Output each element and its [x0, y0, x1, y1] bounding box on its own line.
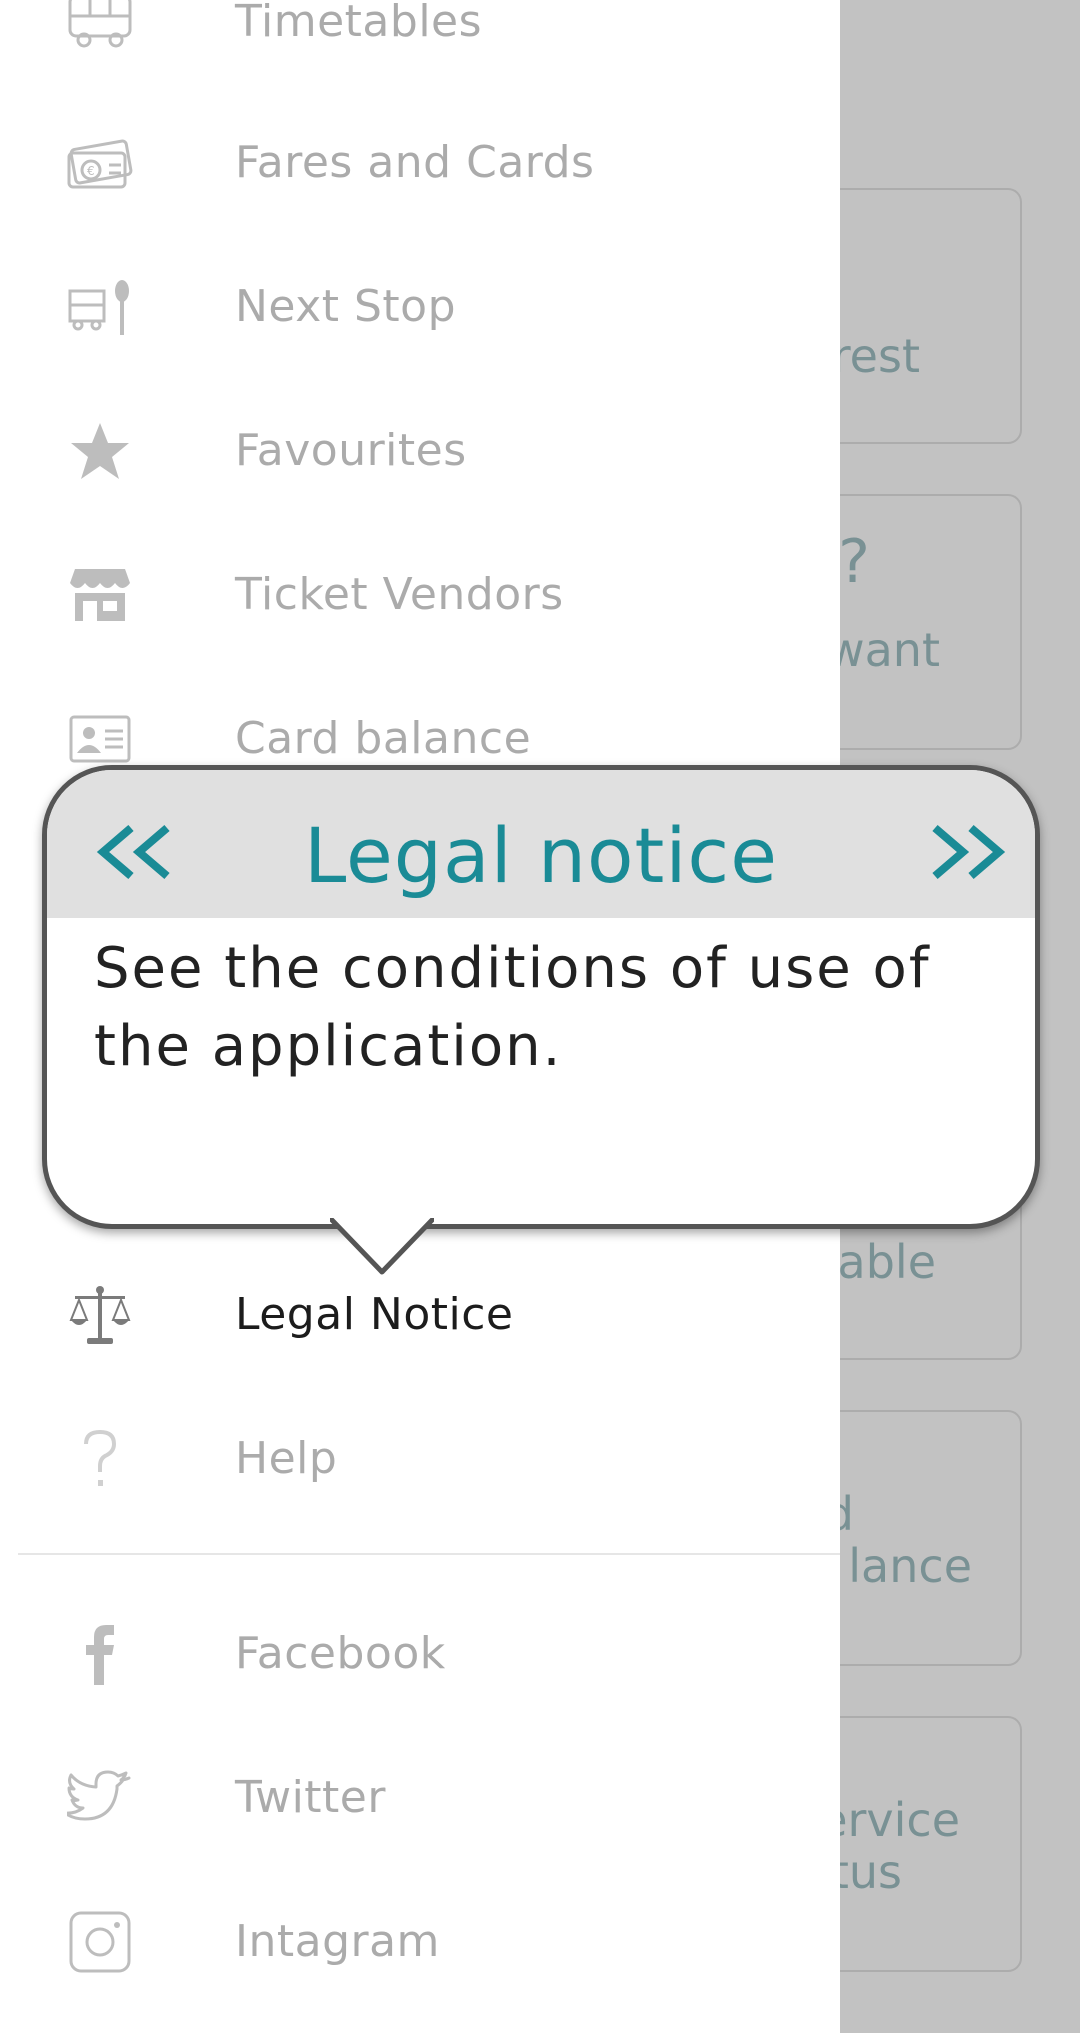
tooltip-previous-button[interactable]: [93, 822, 173, 882]
money-icon: €: [64, 127, 136, 199]
tooltip-pointer: [330, 1218, 434, 1275]
question-icon: [64, 1423, 136, 1495]
svg-text:€: €: [87, 164, 95, 178]
menu-item-label: Twitter: [235, 1772, 386, 1823]
menu-item-label: Timetables: [235, 0, 483, 47]
bus-icon: [64, 0, 136, 58]
menu-item-label: Facebook: [235, 1628, 446, 1679]
menu-item-facebook[interactable]: Facebook: [0, 1582, 840, 1726]
scales-icon: [64, 1279, 136, 1351]
legal-notice-tooltip: Legal notice See the conditions of use o…: [42, 765, 1040, 1229]
menu-item-ticket-vendors[interactable]: Ticket Vendors: [0, 523, 840, 667]
menu-item-next-stop[interactable]: Next Stop: [0, 235, 840, 379]
tooltip-title: Legal notice: [304, 811, 778, 900]
menu-item-label: Help: [235, 1433, 338, 1484]
store-icon: [64, 559, 136, 631]
bus-stop-icon: [64, 271, 136, 343]
star-icon: [64, 415, 136, 487]
tooltip-body: See the conditions of use of the applica…: [94, 936, 931, 1079]
facebook-icon: [64, 1618, 136, 1690]
menu-divider: [18, 1553, 840, 1555]
menu-item-label: Ticket Vendors: [235, 569, 564, 620]
menu-item-twitter[interactable]: Twitter: [0, 1726, 840, 1870]
menu-item-help[interactable]: Help: [0, 1387, 840, 1531]
instagram-icon: [64, 1906, 136, 1978]
chevron-double-right-icon: [932, 824, 1006, 880]
menu-item-label: Fares and Cards: [235, 137, 595, 188]
menu-item-label: Next Stop: [235, 281, 457, 332]
chevron-double-left-icon: [96, 824, 170, 880]
menu-item-timetables[interactable]: Timetables: [0, 0, 840, 94]
menu-item-fares-and-cards[interactable]: € Fares and Cards: [0, 91, 840, 235]
menu-item-favourites[interactable]: Favourites: [0, 379, 840, 523]
tooltip-next-button[interactable]: [929, 822, 1009, 882]
menu-item-label: Intagram: [235, 1916, 440, 1967]
menu-item-instagram[interactable]: Intagram: [0, 1870, 840, 2014]
twitter-icon: [64, 1762, 136, 1834]
menu-item-label: Favourites: [235, 425, 467, 476]
